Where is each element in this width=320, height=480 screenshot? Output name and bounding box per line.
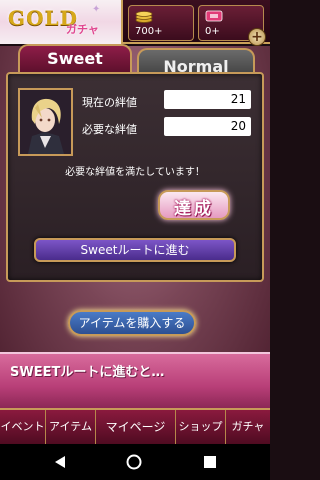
recent-apps-icon[interactable] <box>202 454 218 470</box>
promo-text: SWEETルートに進むと… <box>10 365 165 380</box>
nav-item[interactable]: アイテム <box>46 410 96 444</box>
required-affection-label: 必要な絆値 <box>82 123 137 136</box>
gold-gacha-banner[interactable]: GOLD ガチャ ✦ <box>0 0 123 44</box>
add-currency-button[interactable]: + <box>248 28 266 46</box>
home-icon[interactable] <box>126 454 142 470</box>
sparkle-icon: ✦ <box>92 4 101 15</box>
achieved-badge: 達成 <box>158 190 230 220</box>
coin-count: 700+ <box>135 26 163 37</box>
system-navigation-bar <box>0 444 270 480</box>
character-portrait <box>18 88 73 156</box>
top-header: GOLD ガチャ ✦ 700+ 0+ + <box>0 0 270 46</box>
banner-subtitle: ガチャ <box>66 23 99 36</box>
ticket-count: 0+ <box>205 26 220 37</box>
sweet-route-promo-banner[interactable]: SWEETルートに進むと… <box>0 352 270 408</box>
nav-shop[interactable]: ショップ <box>176 410 226 444</box>
achieved-badge-text: 達成 <box>174 199 214 219</box>
character-illustration <box>20 90 71 154</box>
nav-mypage[interactable]: マイページ <box>96 410 176 444</box>
required-affection-value: 20 <box>164 117 251 136</box>
status-message: 必要な絆値を満たしています！ <box>65 167 205 178</box>
buy-items-button[interactable]: アイテムを購入する <box>68 310 196 336</box>
ticket-icon <box>205 10 223 22</box>
coin-stack-icon <box>135 11 153 23</box>
bottom-navigation: イベント アイテム マイページ ショップ ガチャ <box>0 408 270 444</box>
current-affection-label: 現在の絆値 <box>82 96 137 109</box>
coin-counter[interactable]: 700+ <box>128 5 194 41</box>
nav-gacha[interactable]: ガチャ <box>226 410 270 444</box>
current-affection-value: 21 <box>164 90 251 109</box>
tab-sweet[interactable]: Sweet <box>18 44 132 74</box>
nav-event[interactable]: イベント <box>0 410 46 444</box>
back-icon[interactable] <box>52 454 68 470</box>
sweet-route-button[interactable]: Sweetルートに進む <box>34 238 236 262</box>
